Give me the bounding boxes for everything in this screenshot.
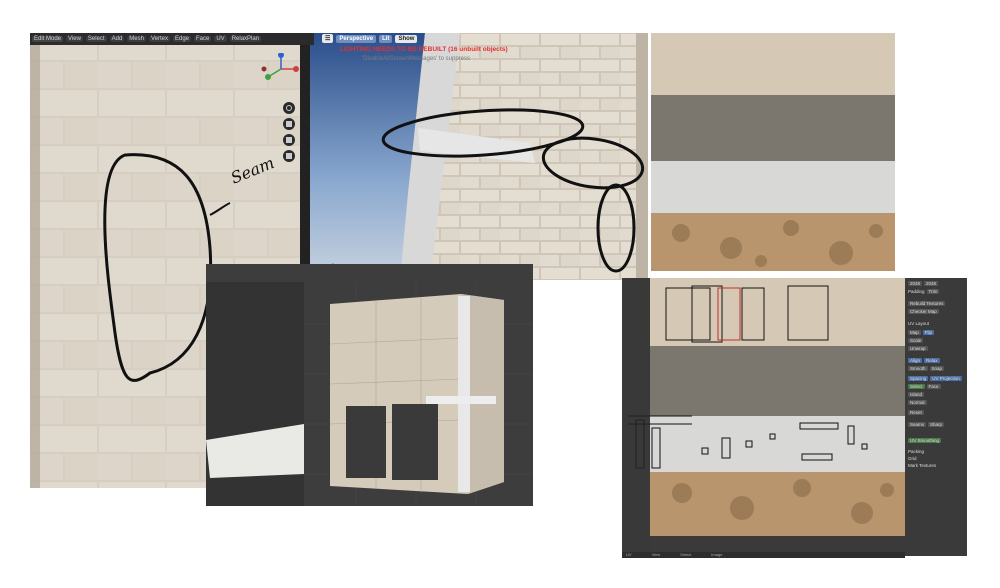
uv-layout-canvas[interactable] [622,278,905,552]
trim-sheet-image [651,33,895,271]
suppress-hint: 'DisableAllScreenMessages' to suppress [362,56,471,62]
menu-view[interactable]: View [66,36,83,42]
blender-viewport-header: Edit Mode View Select Add Mesh Vertex Ed… [30,33,314,45]
normal-button[interactable]: Normal [908,399,927,405]
viewport-menu-icon[interactable]: ☰ [322,34,334,43]
annotation-circles [381,108,645,273]
select-button[interactable]: Select [908,383,925,389]
smooth-button[interactable]: Smooth [908,365,928,371]
lit-button[interactable]: Lit [379,34,393,43]
blender-building-viewport [206,264,533,506]
uv-projection-button[interactable]: UV Projection [930,375,962,381]
relax-button[interactable]: Relax [924,357,940,363]
menu-vertex[interactable]: Vertex [148,36,170,42]
menu-edge[interactable]: Edge [172,36,191,42]
menu-uv[interactable]: UV [214,36,227,42]
perspective-button[interactable]: Perspective [336,34,377,43]
packing-section[interactable]: Packing [908,449,924,454]
checker-map-button[interactable]: Checker Map [908,308,939,314]
flip-button[interactable]: Flip [922,329,935,335]
uv-editor [622,278,905,552]
uv-editor-footer: UV View Select Image [622,552,905,558]
seams-button[interactable]: Seams [908,421,927,427]
footer-image-menu[interactable]: Image [711,552,722,558]
rebuild-textures-button[interactable]: Rebuild Textures [908,300,946,306]
scale-button[interactable]: Scale [908,337,924,343]
lighting-warning: LIGHTING NEEDS TO BE REBUILT (16 unbuilt… [340,46,508,53]
uv-smoothing-button[interactable]: UV Smoothing [908,437,942,443]
size-y-field[interactable]: 2048 [924,280,939,286]
footer-uv-menu[interactable]: UV [626,552,632,558]
building-mesh [206,282,533,506]
ue-viewport [300,33,648,280]
snap-button[interactable]: Snap [929,365,945,371]
reset-button[interactable]: Reset [908,409,924,415]
menu-select[interactable]: Select [85,36,107,42]
menu-add[interactable]: Add [109,36,125,42]
trim-texture-preview [651,33,895,271]
menu-mesh[interactable]: Mesh [127,36,146,42]
map-button[interactable]: Map [908,329,921,335]
footer-select-menu[interactable]: Select [680,552,691,558]
align-button[interactable]: Align [908,357,923,363]
relax-plan-button[interactable]: RelaxPlan [229,36,262,42]
mark-textures-section[interactable]: Mark Textures [908,463,936,468]
padding-label: Padding [908,288,925,294]
trim-field[interactable]: Trim [926,288,940,294]
show-button[interactable]: Show [395,34,418,43]
sharp-button[interactable]: Sharp [928,421,945,427]
footer-view-menu[interactable]: View [652,552,661,558]
uv-properties-panel: 2048 2048 Padding Trim Rebuild Textures Ch… [905,278,967,556]
spacing-button[interactable]: Spacing [908,375,929,381]
uv-layout-heading: UV Layout [908,320,930,326]
ue-viewport-toolbar: ☰ Perspective Lit Show [320,33,648,44]
island-button[interactable]: Island [908,391,925,397]
unwrap-button[interactable]: Unwrap [908,345,928,351]
grid-section[interactable]: Grid [908,456,917,461]
size-x-field[interactable]: 2048 [908,280,923,286]
menu-face[interactable]: Face [194,36,212,42]
face-button[interactable]: Face [926,383,941,389]
mode-dropdown[interactable]: Edit Mode [32,36,64,42]
